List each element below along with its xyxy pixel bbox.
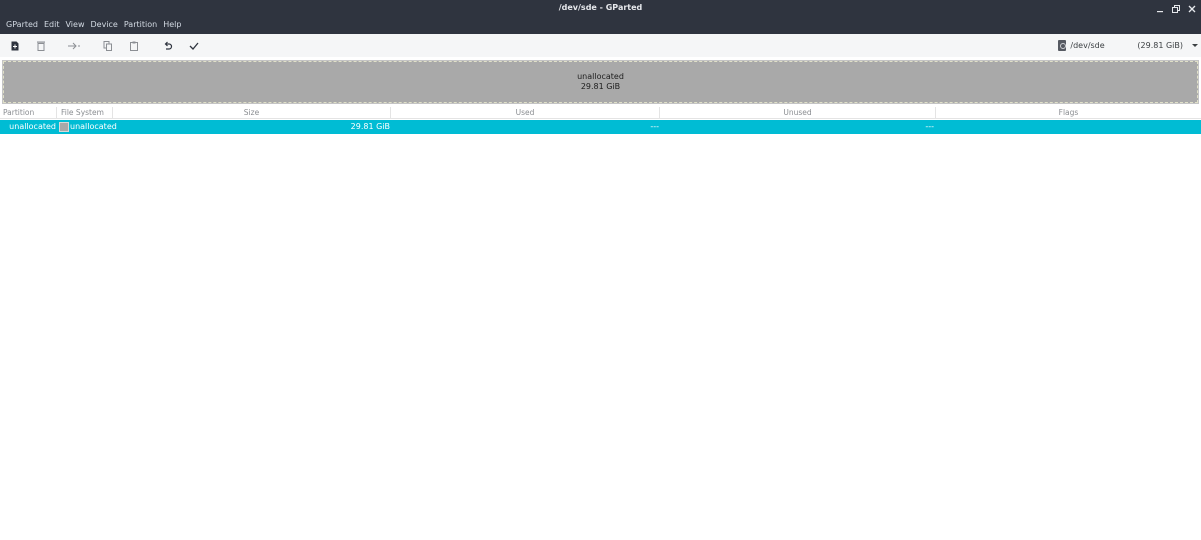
minimize-icon — [1156, 10, 1163, 12]
minimize-button[interactable] — [1154, 3, 1165, 14]
copy-icon — [103, 40, 112, 51]
checkmark-icon — [189, 42, 199, 50]
column-unused[interactable]: Unused — [660, 107, 936, 119]
column-flags[interactable]: Flags — [936, 107, 1201, 119]
delete-partition-button[interactable] — [33, 38, 49, 53]
undo-button[interactable] — [160, 38, 176, 53]
new-partition-icon — [11, 41, 19, 50]
cell-used: --- — [650, 122, 659, 131]
chevron-down-icon — [1192, 44, 1198, 47]
title-bar[interactable]: /dev/sde - GParted — [0, 0, 1201, 17]
window-controls — [1154, 2, 1197, 15]
close-button[interactable] — [1186, 3, 1197, 14]
column-used[interactable]: Used — [391, 107, 660, 119]
menu-help[interactable]: Help — [160, 18, 184, 32]
filesystem-color-swatch — [59, 122, 69, 132]
column-size[interactable]: Size — [113, 107, 391, 119]
menu-edit[interactable]: Edit — [41, 18, 63, 32]
cell-size: 29.81 GiB — [350, 122, 390, 131]
close-icon — [1188, 5, 1195, 12]
undo-icon — [164, 41, 173, 50]
window-header: /dev/sde - GParted GParted Edit View Dev… — [0, 0, 1201, 34]
toolbar: /dev/sde (29.81 GiB) — [0, 34, 1201, 57]
copy-button[interactable] — [100, 38, 116, 53]
partition-map-label: unallocated — [577, 72, 624, 81]
menubar: GParted Edit View Device Partition Help — [0, 17, 184, 33]
window-title: /dev/sde - GParted — [558, 3, 643, 12]
device-selector[interactable]: /dev/sde (29.81 GiB) — [1058, 38, 1198, 53]
cell-partition: unallocated — [9, 122, 56, 131]
delete-icon — [37, 41, 45, 51]
resize-move-icon — [68, 42, 80, 49]
partition-map-unallocated[interactable]: unallocated 29.81 GiB — [4, 62, 1197, 102]
new-partition-button[interactable] — [7, 38, 23, 53]
maximize-button[interactable] — [1170, 3, 1181, 14]
partition-map-size: 29.81 GiB — [580, 82, 621, 91]
menu-view[interactable]: View — [63, 18, 88, 32]
column-partition[interactable]: Partition — [0, 107, 57, 119]
menu-partition[interactable]: Partition — [121, 18, 160, 32]
paste-button[interactable] — [126, 38, 142, 53]
menu-gparted[interactable]: GParted — [3, 18, 41, 32]
disk-icon — [1058, 40, 1067, 51]
resize-move-button[interactable] — [66, 38, 82, 53]
partition-map: unallocated 29.81 GiB — [2, 60, 1199, 104]
column-file-system[interactable]: File System — [57, 107, 113, 119]
menu-device[interactable]: Device — [87, 18, 120, 32]
cell-flags — [936, 120, 1200, 134]
apply-button[interactable] — [186, 38, 202, 53]
cell-unused: --- — [925, 122, 934, 131]
device-name: /dev/sde — [1070, 41, 1105, 50]
device-size: (29.81 GiB) — [1137, 41, 1183, 50]
restore-icon — [1171, 4, 1180, 13]
table-row[interactable]: unallocated unallocated 29.81 GiB --- --… — [0, 120, 1201, 134]
paste-icon — [130, 41, 138, 51]
table-header: Partition File System Size Used Unused F… — [0, 107, 1201, 119]
